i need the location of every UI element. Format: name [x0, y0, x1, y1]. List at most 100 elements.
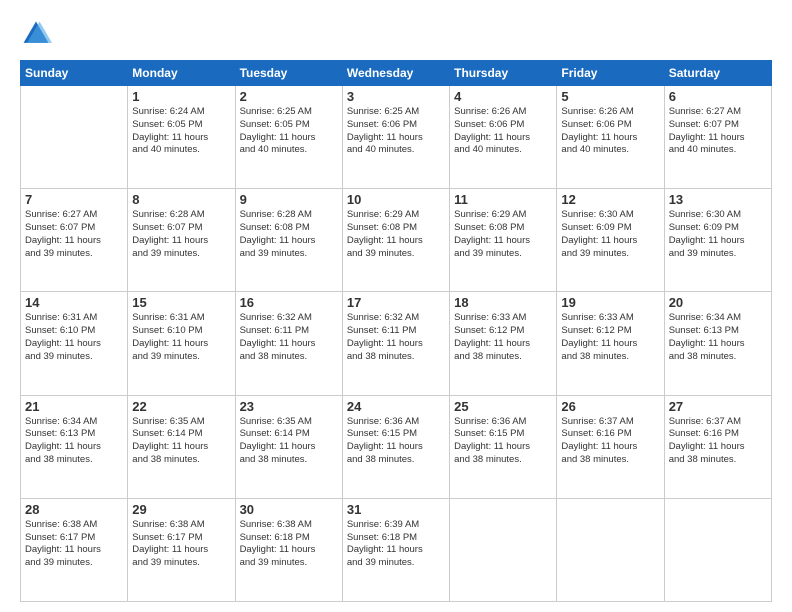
- calendar-cell: [21, 86, 128, 189]
- day-number: 5: [561, 89, 659, 104]
- day-number: 14: [25, 295, 123, 310]
- day-number: 3: [347, 89, 445, 104]
- calendar-cell: 31 Sunrise: 6:39 AM Sunset: 6:18 PM Dayli…: [342, 498, 449, 601]
- day-number: 26: [561, 399, 659, 414]
- calendar-cell: 8 Sunrise: 6:28 AM Sunset: 6:07 PM Daylig…: [128, 189, 235, 292]
- calendar-cell: 30 Sunrise: 6:38 AM Sunset: 6:18 PM Dayli…: [235, 498, 342, 601]
- calendar-cell: 4Sunrise: 6:26 AM Sunset: 6:06 PM Daylig…: [450, 86, 557, 189]
- day-number: 29: [132, 502, 230, 517]
- calendar-cell: 28 Sunrise: 6:38 AM Sunset: 6:17 PM Dayli…: [21, 498, 128, 601]
- day-info: Sunrise: 6:34 AM Sunset: 6:13 PM Dayligh…: [669, 312, 767, 363]
- calendar-cell: 24Sunrise: 6:36 AM Sunset: 6:15 PM Dayli…: [342, 395, 449, 498]
- day-header-monday: Monday: [128, 61, 235, 86]
- day-info: Sunrise: 6:32 AM Sunset: 6:11 PM Dayligh…: [347, 312, 445, 363]
- day-info: Sunrise: 6:25 AM Sunset: 6:06 PM Dayligh…: [347, 106, 445, 157]
- calendar-cell: [557, 498, 664, 601]
- day-info: Sunrise: 6:38 AM Sunset: 6:17 PM Dayligh…: [25, 519, 123, 570]
- day-info: Sunrise: 6:28 AM Sunset: 6:07 PM Dayligh…: [132, 209, 230, 260]
- calendar-cell: 2 Sunrise: 6:25 AM Sunset: 6:05 PM Daylig…: [235, 86, 342, 189]
- calendar-cell: [664, 498, 771, 601]
- day-info: Sunrise: 6:32 AM Sunset: 6:11 PM Dayligh…: [240, 312, 338, 363]
- day-header-tuesday: Tuesday: [235, 61, 342, 86]
- day-number: 10: [347, 192, 445, 207]
- day-number: 11: [454, 192, 552, 207]
- day-number: 9: [240, 192, 338, 207]
- calendar-cell: 25Sunrise: 6:36 AM Sunset: 6:15 PM Dayli…: [450, 395, 557, 498]
- calendar-week-row: 1Sunrise: 6:24 AM Sunset: 6:05 PM Daylig…: [21, 86, 772, 189]
- day-info: Sunrise: 6:27 AM Sunset: 6:07 PM Dayligh…: [669, 106, 767, 157]
- calendar-cell: 12Sunrise: 6:30 AM Sunset: 6:09 PM Dayli…: [557, 189, 664, 292]
- calendar-cell: [450, 498, 557, 601]
- header: [20, 18, 772, 50]
- calendar-cell: 6 Sunrise: 6:27 AM Sunset: 6:07 PM Daylig…: [664, 86, 771, 189]
- calendar-cell: 21 Sunrise: 6:34 AM Sunset: 6:13 PM Dayli…: [21, 395, 128, 498]
- calendar-cell: 29 Sunrise: 6:38 AM Sunset: 6:17 PM Dayli…: [128, 498, 235, 601]
- day-number: 23: [240, 399, 338, 414]
- calendar: SundayMondayTuesdayWednesdayThursdayFrid…: [20, 60, 772, 602]
- day-info: Sunrise: 6:25 AM Sunset: 6:05 PM Dayligh…: [240, 106, 338, 157]
- day-number: 13: [669, 192, 767, 207]
- day-number: 17: [347, 295, 445, 310]
- logo: [20, 18, 56, 50]
- calendar-cell: 13 Sunrise: 6:30 AM Sunset: 6:09 PM Dayli…: [664, 189, 771, 292]
- day-number: 25: [454, 399, 552, 414]
- calendar-cell: 27Sunrise: 6:37 AM Sunset: 6:16 PM Dayli…: [664, 395, 771, 498]
- day-number: 20: [669, 295, 767, 310]
- calendar-cell: 23 Sunrise: 6:35 AM Sunset: 6:14 PM Dayli…: [235, 395, 342, 498]
- day-info: Sunrise: 6:33 AM Sunset: 6:12 PM Dayligh…: [561, 312, 659, 363]
- day-number: 21: [25, 399, 123, 414]
- day-info: Sunrise: 6:29 AM Sunset: 6:08 PM Dayligh…: [347, 209, 445, 260]
- calendar-cell: 5Sunrise: 6:26 AM Sunset: 6:06 PM Daylig…: [557, 86, 664, 189]
- day-info: Sunrise: 6:34 AM Sunset: 6:13 PM Dayligh…: [25, 416, 123, 467]
- day-info: Sunrise: 6:27 AM Sunset: 6:07 PM Dayligh…: [25, 209, 123, 260]
- day-number: 16: [240, 295, 338, 310]
- calendar-cell: 10 Sunrise: 6:29 AM Sunset: 6:08 PM Dayli…: [342, 189, 449, 292]
- day-number: 2: [240, 89, 338, 104]
- day-number: 6: [669, 89, 767, 104]
- day-number: 18: [454, 295, 552, 310]
- day-number: 7: [25, 192, 123, 207]
- day-header-sunday: Sunday: [21, 61, 128, 86]
- day-number: 15: [132, 295, 230, 310]
- calendar-week-row: 21 Sunrise: 6:34 AM Sunset: 6:13 PM Dayli…: [21, 395, 772, 498]
- day-info: Sunrise: 6:24 AM Sunset: 6:05 PM Dayligh…: [132, 106, 230, 157]
- day-number: 27: [669, 399, 767, 414]
- calendar-cell: 22Sunrise: 6:35 AM Sunset: 6:14 PM Dayli…: [128, 395, 235, 498]
- calendar-cell: 26 Sunrise: 6:37 AM Sunset: 6:16 PM Dayli…: [557, 395, 664, 498]
- day-info: Sunrise: 6:37 AM Sunset: 6:16 PM Dayligh…: [561, 416, 659, 467]
- day-info: Sunrise: 6:33 AM Sunset: 6:12 PM Dayligh…: [454, 312, 552, 363]
- calendar-cell: 9 Sunrise: 6:28 AM Sunset: 6:08 PM Daylig…: [235, 189, 342, 292]
- day-number: 8: [132, 192, 230, 207]
- calendar-header-row: SundayMondayTuesdayWednesdayThursdayFrid…: [21, 61, 772, 86]
- day-number: 30: [240, 502, 338, 517]
- calendar-cell: 18 Sunrise: 6:33 AM Sunset: 6:12 PM Dayli…: [450, 292, 557, 395]
- calendar-cell: 7 Sunrise: 6:27 AM Sunset: 6:07 PM Daylig…: [21, 189, 128, 292]
- day-number: 31: [347, 502, 445, 517]
- day-number: 12: [561, 192, 659, 207]
- day-info: Sunrise: 6:35 AM Sunset: 6:14 PM Dayligh…: [240, 416, 338, 467]
- calendar-cell: 19 Sunrise: 6:33 AM Sunset: 6:12 PM Dayli…: [557, 292, 664, 395]
- calendar-week-row: 28 Sunrise: 6:38 AM Sunset: 6:17 PM Dayli…: [21, 498, 772, 601]
- page: SundayMondayTuesdayWednesdayThursdayFrid…: [0, 0, 792, 612]
- day-info: Sunrise: 6:28 AM Sunset: 6:08 PM Dayligh…: [240, 209, 338, 260]
- day-info: Sunrise: 6:38 AM Sunset: 6:18 PM Dayligh…: [240, 519, 338, 570]
- day-number: 28: [25, 502, 123, 517]
- day-header-friday: Friday: [557, 61, 664, 86]
- calendar-cell: 20 Sunrise: 6:34 AM Sunset: 6:13 PM Dayli…: [664, 292, 771, 395]
- calendar-week-row: 7 Sunrise: 6:27 AM Sunset: 6:07 PM Daylig…: [21, 189, 772, 292]
- day-header-thursday: Thursday: [450, 61, 557, 86]
- day-info: Sunrise: 6:31 AM Sunset: 6:10 PM Dayligh…: [132, 312, 230, 363]
- day-info: Sunrise: 6:39 AM Sunset: 6:18 PM Dayligh…: [347, 519, 445, 570]
- day-number: 22: [132, 399, 230, 414]
- day-info: Sunrise: 6:29 AM Sunset: 6:08 PM Dayligh…: [454, 209, 552, 260]
- day-number: 4: [454, 89, 552, 104]
- calendar-cell: 14 Sunrise: 6:31 AM Sunset: 6:10 PM Dayli…: [21, 292, 128, 395]
- calendar-cell: 16 Sunrise: 6:32 AM Sunset: 6:11 PM Dayli…: [235, 292, 342, 395]
- day-info: Sunrise: 6:38 AM Sunset: 6:17 PM Dayligh…: [132, 519, 230, 570]
- calendar-cell: 17 Sunrise: 6:32 AM Sunset: 6:11 PM Dayli…: [342, 292, 449, 395]
- day-number: 19: [561, 295, 659, 310]
- day-info: Sunrise: 6:31 AM Sunset: 6:10 PM Dayligh…: [25, 312, 123, 363]
- day-number: 24: [347, 399, 445, 414]
- calendar-cell: 15 Sunrise: 6:31 AM Sunset: 6:10 PM Dayli…: [128, 292, 235, 395]
- day-info: Sunrise: 6:30 AM Sunset: 6:09 PM Dayligh…: [669, 209, 767, 260]
